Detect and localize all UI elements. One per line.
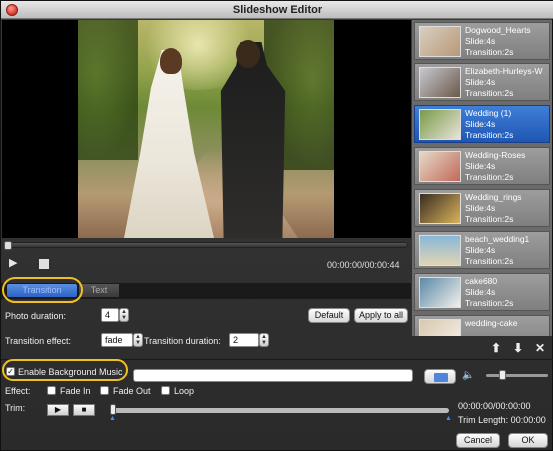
slideshow-editor-window: Slideshow Editor ▶ 00:00:00/00:00:44 Tra… xyxy=(0,0,553,451)
trim-start-knob[interactable] xyxy=(110,404,116,415)
transition-effect-dropdown-icon[interactable]: ▲ ▼ xyxy=(133,333,143,347)
trim-start-marker-icon[interactable]: ▲ xyxy=(109,415,116,422)
loop-label: Loop xyxy=(174,386,195,396)
transition-duration-stepper[interactable]: ▲ ▼ xyxy=(259,333,269,347)
volume-knob[interactable] xyxy=(499,370,506,380)
enable-music-highlight xyxy=(2,359,128,381)
transition-duration-label: Transition duration: xyxy=(144,336,221,346)
slide-item[interactable]: Dogwood_Hearts Slide:4s Transition:2s xyxy=(414,22,550,60)
move-down-icon[interactable]: ⬇ xyxy=(513,341,523,355)
folder-icon xyxy=(434,373,448,382)
move-up-icon[interactable]: ⬆ xyxy=(491,341,501,355)
preview-photo xyxy=(78,20,334,238)
play-button[interactable]: ▶ xyxy=(9,257,21,269)
speaker-icon: 🔈 xyxy=(462,370,475,381)
stop-button[interactable] xyxy=(39,259,49,269)
slide-thumbnail xyxy=(419,193,461,224)
volume-slider[interactable] xyxy=(486,374,548,377)
slide-list: Dogwood_Hearts Slide:4s Transition:2s El… xyxy=(412,20,552,336)
transition-effect-label: Transition effect: xyxy=(5,336,72,346)
seek-knob[interactable] xyxy=(4,241,12,250)
photo-duration-input[interactable]: 4 xyxy=(101,308,119,322)
preview-area xyxy=(2,20,411,238)
browse-music-button[interactable] xyxy=(424,369,456,384)
apply-to-all-button[interactable]: Apply to all xyxy=(354,308,408,323)
slide-item[interactable]: Elizabeth-Hurleys-W Slide:4s Transition:… xyxy=(414,63,550,101)
slide-item[interactable]: cake680 Slide:4s Transition:2s xyxy=(414,273,550,311)
trim-play-button[interactable]: ▶ xyxy=(47,404,69,416)
transition-effect-select[interactable]: fade xyxy=(101,333,133,347)
playback-seek-bar[interactable] xyxy=(4,241,408,250)
slide-thumbnail xyxy=(419,109,461,140)
slide-item-selected[interactable]: Wedding (1) Slide:4s Transition:2s xyxy=(414,105,550,143)
trim-slider[interactable] xyxy=(113,408,449,413)
photo-duration-label: Photo duration: xyxy=(5,311,67,321)
playback-timecode: 00:00:00/00:00:44 xyxy=(327,260,400,270)
close-window-button[interactable] xyxy=(6,4,18,16)
default-button[interactable]: Default xyxy=(308,308,350,323)
title-bar: Slideshow Editor xyxy=(1,1,553,19)
slide-thumbnail xyxy=(419,151,461,182)
cancel-button[interactable]: Cancel xyxy=(456,433,500,448)
trim-time: 00:00:00/00:00:00 xyxy=(458,401,531,411)
slide-item[interactable]: Wedding-Roses Slide:4s Transition:2s xyxy=(414,147,550,185)
window-title: Slideshow Editor xyxy=(232,4,323,16)
slide-item[interactable]: Wedding_rings Slide:4s Transition:2s xyxy=(414,189,550,227)
remove-icon[interactable]: ✕ xyxy=(535,341,545,355)
slide-thumbnail xyxy=(419,67,461,98)
music-file-path-field[interactable] xyxy=(133,369,413,382)
effect-label: Effect: xyxy=(5,386,31,396)
transition-tab-highlight xyxy=(2,277,83,303)
tab-text[interactable]: Text xyxy=(79,284,119,297)
photo-duration-stepper[interactable]: ▲ ▼ xyxy=(119,308,129,322)
trim-length: Trim Length: 00:00:00 xyxy=(458,415,546,425)
fade-out-label: Fade Out xyxy=(113,386,151,396)
slide-item[interactable]: beach_wedding1 Slide:4s Transition:2s xyxy=(414,231,550,269)
slide-thumbnail xyxy=(419,26,461,57)
slide-thumbnail xyxy=(419,277,461,308)
fade-out-checkbox[interactable] xyxy=(100,386,109,395)
transition-duration-input[interactable]: 2 xyxy=(229,333,259,347)
slide-thumbnail xyxy=(419,319,461,336)
slide-thumbnail xyxy=(419,235,461,266)
fade-in-label: Fade In xyxy=(60,386,91,396)
fade-in-checkbox[interactable] xyxy=(47,386,56,395)
loop-checkbox[interactable] xyxy=(161,386,170,395)
trim-stop-button[interactable]: ■ xyxy=(73,404,95,416)
trim-end-marker-icon[interactable]: ▲ xyxy=(445,415,452,422)
slide-item[interactable]: wedding-cake xyxy=(414,315,550,336)
trim-label: Trim: xyxy=(5,403,26,413)
ok-button[interactable]: OK xyxy=(508,433,548,448)
